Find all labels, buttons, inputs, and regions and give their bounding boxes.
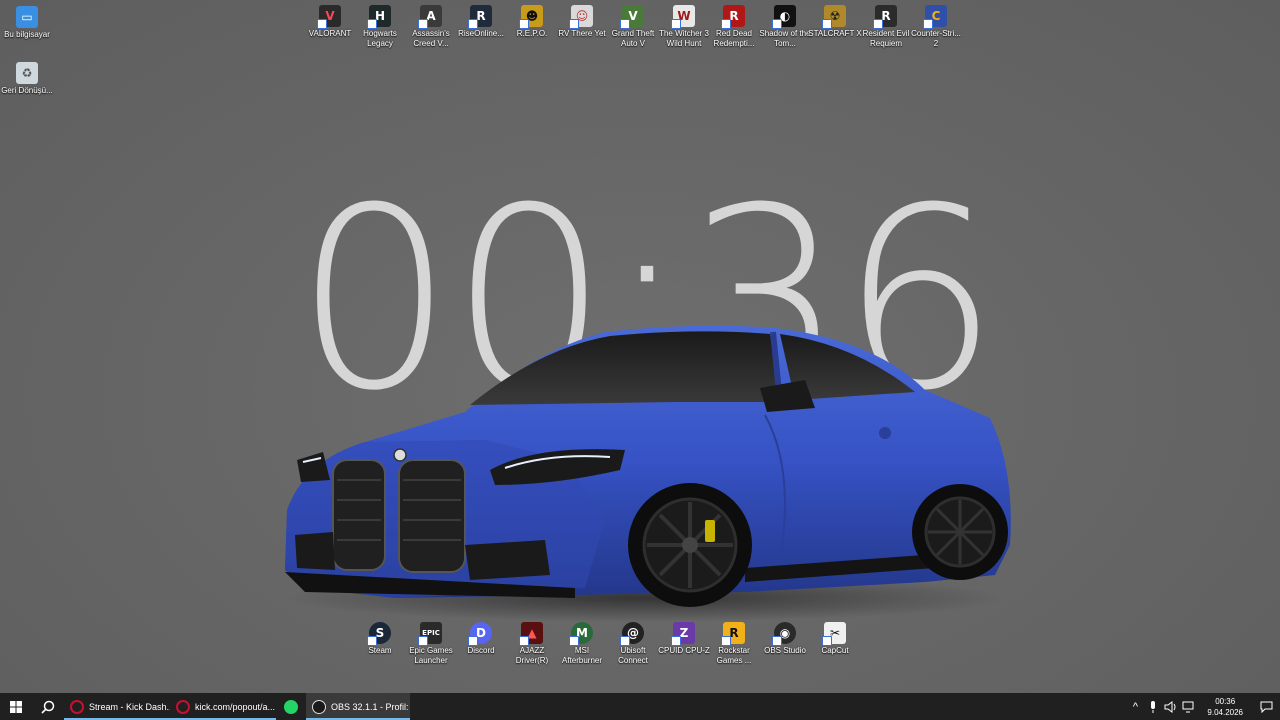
network-icon[interactable] (1181, 693, 1197, 720)
volume-icon[interactable] (1163, 693, 1179, 720)
obs-icon: ◉ (772, 622, 796, 646)
desktop-icon-obs-studio[interactable]: ◉ OBS Studio (758, 622, 812, 656)
whatsapp-icon (284, 699, 298, 714)
steam-icon: S (367, 622, 391, 646)
desktop-icon-witcher-3[interactable]: W The Witcher 3 Wild Hunt (657, 5, 711, 49)
epic-games-icon: EPIC (418, 622, 442, 646)
counter-strike-icon: C (923, 5, 947, 29)
msi-afterburner-icon: M (569, 622, 593, 646)
cpuz-icon: Z (671, 622, 695, 646)
opera-gx-icon (176, 699, 190, 714)
desktop-icon-counter-strike[interactable]: C Counter-Stri... 2 (909, 5, 963, 49)
desktop-icon-recycle-bin[interactable]: ♻ Geri Dönüşü... (0, 62, 54, 96)
desktop-icon-shadow-tomb-raider[interactable]: ◐ Shadow of the Tom... (758, 5, 812, 49)
recycle-bin-icon: ♻ (16, 62, 38, 84)
taskbar-time: 00:36 (1215, 696, 1236, 706)
system-tray: ^ 00:36 9.04.2026 (1126, 693, 1280, 720)
rv-there-yet-icon: ☺ (569, 5, 593, 29)
desktop-icon-gta-v[interactable]: V Grand Theft Auto V (606, 5, 660, 49)
desktop-icon-capcut[interactable]: ✂ CapCut (808, 622, 862, 656)
valorant-icon: V (317, 5, 341, 29)
assassins-creed-icon: A (418, 5, 442, 29)
desktop-icon-stalcraft[interactable]: ☢ STALCRAFT X (808, 5, 862, 39)
desktop-icon-discord[interactable]: D Discord (454, 622, 508, 656)
desktop-icon-resident-evil[interactable]: R Resident Evil Requiem (859, 5, 913, 49)
desktop-icon-rv-there-yet[interactable]: ☺ RV There Yet (555, 5, 609, 39)
desktop-icon-assassins-creed[interactable]: A Assassin's Creed V... (404, 5, 458, 49)
gta-v-icon: V (620, 5, 644, 29)
taskbar-app-whatsapp[interactable] (276, 693, 306, 720)
taskbar-app-obs[interactable]: OBS 32.1.1 - Profil: l... (306, 693, 410, 720)
repo-icon: ☻ (519, 5, 543, 29)
microphone-icon[interactable] (1145, 693, 1161, 720)
witcher-3-icon: W (671, 5, 695, 29)
desktop-icon-this-pc[interactable]: ▭ Bu bilgisayar (0, 6, 54, 40)
wallpaper-car-image (285, 325, 1011, 622)
resident-evil-icon: R (873, 5, 897, 29)
obs-icon (312, 699, 326, 714)
desktop-icon-msi-afterburner[interactable]: M MSI Afterburner (555, 622, 609, 666)
desktop-icon-repo[interactable]: ☻ R.E.P.O. (505, 5, 559, 39)
desktop-icon-rockstar-games[interactable]: R Rockstar Games ... (707, 622, 761, 666)
desktop-icon-steam[interactable]: S Steam (353, 622, 407, 656)
taskbar-clock[interactable]: 00:36 9.04.2026 (1198, 696, 1252, 718)
shadow-tomb-raider-icon: ◐ (772, 5, 796, 29)
desktop-icon-rise-online[interactable]: R RiseOnline... (454, 5, 508, 39)
search-button[interactable] (32, 693, 64, 720)
windows-logo-icon (10, 700, 22, 713)
notification-center-icon[interactable] (1252, 693, 1280, 720)
this-pc-icon: ▭ (16, 6, 38, 28)
capcut-icon: ✂ (822, 622, 846, 646)
stalcraft-icon: ☢ (822, 5, 846, 29)
opera-gx-icon (70, 699, 84, 714)
desktop-icon-cpuz[interactable]: Z CPUID CPU-Z (657, 622, 711, 656)
rockstar-icon: R (721, 622, 745, 646)
desktop-icon-epic-games[interactable]: EPIC Epic Games Launcher (404, 622, 458, 666)
start-button[interactable] (0, 693, 32, 720)
desktop-icon-valorant[interactable]: V VALORANT (303, 5, 357, 39)
taskbar-date: 9.04.2026 (1207, 707, 1243, 717)
desktop-icon-red-dead[interactable]: R Red Dead Redempti... (707, 5, 761, 49)
taskbar-app-kick-popout[interactable]: kick.com/popout/a... (170, 693, 276, 720)
search-icon (41, 700, 55, 714)
taskbar-app-kick-dashboard[interactable]: Stream - Kick Dash... (64, 693, 170, 720)
desktop[interactable]: 00:36 ▭ Bu bilgisayar ♻ Geri Dönüşü... V… (0, 0, 1280, 693)
taskbar: Stream - Kick Dash... kick.com/popout/a.… (0, 693, 1280, 720)
ubisoft-icon: @ (620, 622, 644, 646)
desktop-icon-ubisoft-connect[interactable]: @ Ubisoft Connect (606, 622, 660, 666)
desktop-icon-ajazz-driver[interactable]: ▲ AJAZZ Driver(R) (505, 622, 559, 666)
discord-icon: D (468, 622, 492, 646)
desktop-icon-hogwarts-legacy[interactable]: H Hogwarts Legacy (353, 5, 407, 49)
hogwarts-legacy-icon: H (367, 5, 391, 29)
rise-online-icon: R (468, 5, 492, 29)
red-dead-icon: R (721, 5, 745, 29)
show-hidden-icons-chevron-icon[interactable]: ^ (1127, 693, 1143, 720)
ajazz-icon: ▲ (519, 622, 543, 646)
